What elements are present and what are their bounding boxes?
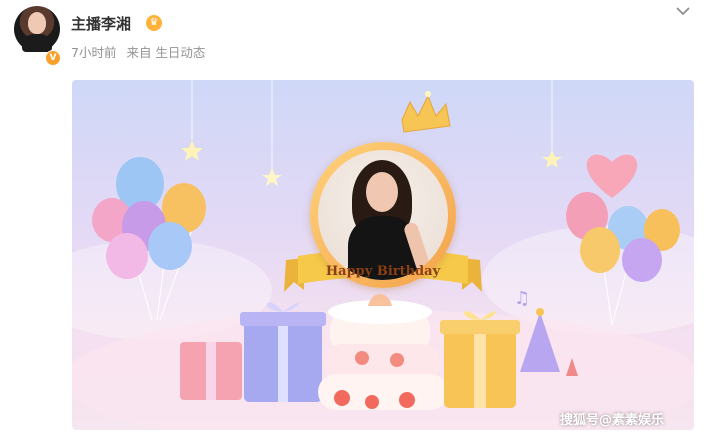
avatar-body (22, 34, 52, 52)
svg-text:♫: ♫ (514, 288, 530, 309)
post-meta: 7小时前 来自 生日动态 (71, 42, 211, 61)
post-image[interactable]: ♫ Happy Birthday (72, 80, 694, 430)
post-source[interactable]: 来自 生日动态 (126, 45, 205, 60)
post-time[interactable]: 7小时前 (71, 45, 116, 60)
post-header: V 主播李湘 ♛ 7小时前 来自 生日动态 (0, 0, 704, 72)
avatar-face (28, 12, 46, 34)
crown-icon[interactable]: ♛ (146, 15, 162, 31)
post-menu-button[interactable] (672, 2, 694, 24)
birthday-banner: Happy Birthday (294, 256, 472, 288)
banner-text: Happy Birthday (325, 264, 441, 279)
username[interactable]: 主播李湘 (71, 13, 131, 34)
avatar[interactable] (14, 6, 60, 52)
verified-icon: V (45, 50, 61, 66)
chevron-down-icon (676, 7, 690, 16)
watermark: 搜狐号@素素娱乐 (560, 413, 665, 428)
portrait-face (366, 172, 398, 212)
